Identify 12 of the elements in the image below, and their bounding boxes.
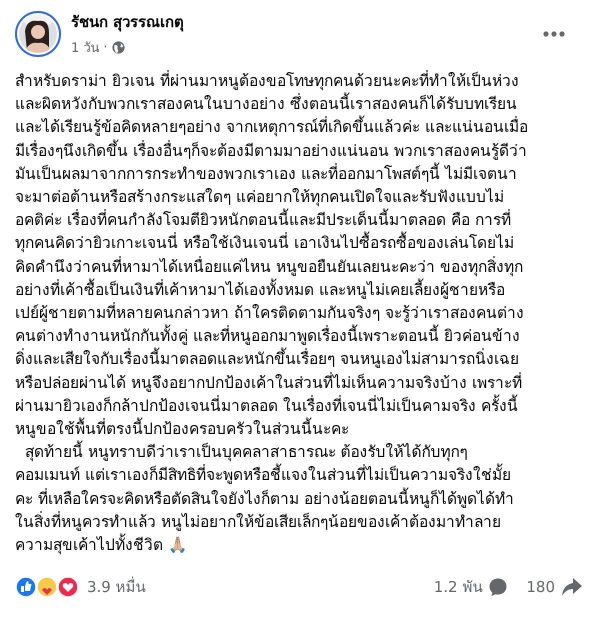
share-icon[interactable] [561,577,583,598]
separator: · [103,40,108,55]
author-name[interactable]: รัชนก สุวรรณเกตุ [71,10,533,34]
post-paragraph: สำหรับดราม่า ยิวเจน ที่ผ่านมาหนูต้องขอโทษทุกคนด้วยนะคะที่ทำให้เป็นห่วง และผิดหวังกับพวกเราสองคนในบางอย่าง ซึ่งตอนนี้เราสองคนก็ได้รับบทเรียน และได้เรียนรู้ข้อคิดหลายๆอย่าง จากเหตุการณ์ที่เกิดขึ้นแล้วค่ะ และแน่นอนเมื่อ มีเรื่องๆนึงเกิดขึ้น เรื่องอื่นๆก็จะต้องมีตามมาอย่างแน่นอน พวกเราสองคนรู้ดีว่า มันเป็นผลมาจากการกระทำของพวกเราเอง และที่ออกมาโพสต์ๆนี้ ไม่มีเจตนา จะมาต่อต้านหรือสร้างกระแสใดๆ แค่อยากให้ทุกคนเปิดใจและรับฟังแบบไม่ อคติค่ะ เรื่องที่คนกำลังโจมตียิวหนักตอนนี้และมีประเด็นนี้มาตลอด คือ การที่ ทุกคนคิดว่ายิวเกาะเจนนี่ หรือใช้เงินเจนนี่ เอาเงินไปซื้อรถซื้อของเล่นโดยไม่ คิดคำนึงว่าคนที่หามาได้เหนื่อยแค่ไหน หนูขอยืนยันเลยนะคะว่า ของทุกสิ่งทุก อย่างที่เค้าซื้อเป็นเงินที่เค้าหามาได้เองทั้งหมด และหนูไม่เคยเลี้ยงผู้ชายหรือ เปย์ผู้ชายตามที่หลายคนกล่าวหา ถ้าใครติดตามกันจริงๆ จะรู้ว่าเราสองคนต่าง คนต่างทำงานหนักกันทั้งคู่ และที่หนูออกมาพูดเรื่องนี้เพราะตอนนี้ ยิวค่อนข้าง ดิ่งและเสียใจกับเรื่องนี้มาตลอดและหนักขึ้นเรื่อยๆ จนหนูเองไม่สามารถนิ่งเฉย หรือปล่อยผ่านได้ หนูจึงอยากปกป้องเค้าในส่วนที่ไม่เห็นความจริงบ้าง เพราะที่ ผ่านมายิวเองก็กล้าปกป้องเจนนี่มาตลอด ในเรื่องที่เจนนี่ไม่เป็นคามจริง ครั้งนี้ หนูขอใช้พื้นที่ตรงนี้ปกป้องครอบครัวในส่วนนี้นะคะ [15,70,529,440]
share-count[interactable]: 180 [526,578,555,596]
post-time[interactable]: 1 วัน [71,37,100,58]
globe-icon [112,41,125,54]
post-paragraph: สุดท้ายนี้ หนูทราบดีว่าเราเป็นบุคคลาสาธารณะ ต้องรับให้ได้กับทุกๆ คอมเมนท์ แต่เราเองก็มีสิทธิที่จะพูดหรือชี้แจงในส่วนที่ไม่เป็นความจริงใช่มั้ย คะ ที่เหลือใครจะคิดหรือตัดสินใจยังไงก็ตาม อย่างน้อยตอนนี้หนูก็ได้พูดได้ทำ ในสิ่งที่หนูควรทำแล้ว หนูไม่อยากให้ข้อเสียเล็กๆน้อยของเค้าต้องมาทำลาย ความสุขเค้าไปทั้งชีวิต 🙏🏼 [15,441,583,558]
reaction-count[interactable]: 3.9 หมื่น [87,575,146,600]
comment-count[interactable]: 1.2 พัน [434,575,482,600]
comment-icon[interactable] [488,577,508,598]
more-options-icon[interactable] [543,30,565,38]
